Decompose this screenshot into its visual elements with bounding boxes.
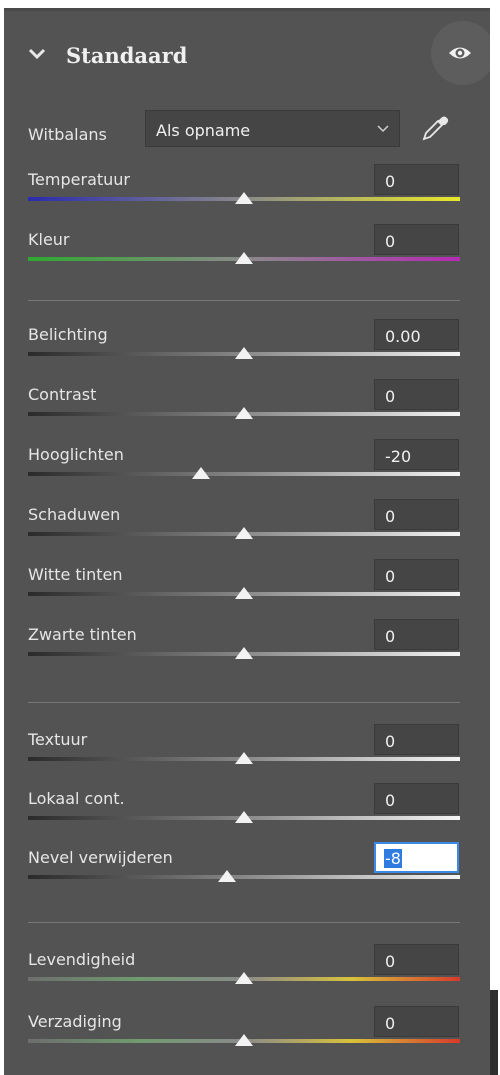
- kleur-label: Kleur: [28, 230, 70, 249]
- schaduwen-slider-thumb[interactable]: [235, 527, 253, 539]
- temperatuur-slider-thumb[interactable]: [235, 192, 253, 204]
- white-balance-select[interactable]: Als opname: [145, 110, 400, 147]
- textuur-value-input[interactable]: 0: [374, 724, 459, 755]
- belichting-value: 0.00: [385, 327, 421, 346]
- verzadiging-value-input[interactable]: 0: [374, 1006, 459, 1037]
- temperatuur-label: Temperatuur: [28, 170, 130, 189]
- hooglichten-slider-track[interactable]: [28, 472, 460, 476]
- section-divider: [28, 702, 460, 703]
- contrast-slider-thumb[interactable]: [235, 407, 253, 419]
- levendigheid-value: 0: [385, 952, 396, 971]
- levendigheid-label: Levendigheid: [28, 950, 136, 969]
- nevel-verwijderen-label: Nevel verwijderen: [28, 848, 173, 867]
- eyedropper-icon[interactable]: [420, 113, 450, 143]
- zwarte-tinten-value: 0: [385, 627, 396, 646]
- section-header[interactable]: Standaard: [4, 21, 490, 85]
- contrast-value-input[interactable]: 0: [374, 379, 459, 410]
- schaduwen-value-input[interactable]: 0: [374, 499, 459, 530]
- lokaal-cont-value: 0: [385, 791, 396, 810]
- witte-tinten-slider-thumb[interactable]: [235, 587, 253, 599]
- nevel-verwijderen-slider-thumb[interactable]: [217, 870, 236, 882]
- levendigheid-slider-thumb[interactable]: [235, 972, 253, 984]
- basic-panel: Standaard Witbalans Als opname Temperatu…: [4, 8, 490, 1075]
- textuur-slider-thumb[interactable]: [235, 752, 253, 764]
- schaduwen-value: 0: [385, 507, 396, 526]
- temperatuur-value: 0: [385, 172, 396, 191]
- scrollbar[interactable]: [490, 990, 498, 1075]
- textuur-label: Textuur: [28, 730, 88, 749]
- belichting-value-input[interactable]: 0.00: [374, 319, 459, 350]
- zwarte-tinten-value-input[interactable]: 0: [374, 619, 459, 650]
- visibility-toggle[interactable]: [431, 21, 490, 85]
- white-balance-label: Witbalans: [28, 125, 107, 144]
- white-balance-value: Als opname: [156, 121, 251, 140]
- chevron-down-icon[interactable]: [28, 45, 46, 63]
- hooglichten-slider-thumb[interactable]: [191, 467, 210, 479]
- nevel-verwijderen-slider-track[interactable]: [28, 875, 460, 879]
- zwarte-tinten-slider-thumb[interactable]: [235, 647, 253, 659]
- levendigheid-value-input[interactable]: 0: [374, 944, 459, 975]
- temperatuur-value-input[interactable]: 0: [374, 164, 459, 195]
- lokaal-cont-slider-thumb[interactable]: [235, 811, 253, 823]
- nevel-verwijderen-value-input[interactable]: -8: [374, 842, 459, 873]
- hooglichten-label: Hooglichten: [28, 445, 124, 464]
- belichting-label: Belichting: [28, 325, 108, 344]
- eye-icon: [449, 47, 471, 59]
- textuur-value: 0: [385, 732, 396, 751]
- lokaal-cont-label: Lokaal cont.: [28, 789, 125, 808]
- section-divider: [28, 922, 460, 923]
- kleur-value-input[interactable]: 0: [374, 224, 459, 255]
- section-divider: [28, 300, 460, 301]
- nevel-verwijderen-value: -8: [384, 849, 402, 868]
- hooglichten-value-input[interactable]: -20: [374, 439, 459, 470]
- verzadiging-slider-thumb[interactable]: [235, 1034, 253, 1046]
- schaduwen-label: Schaduwen: [28, 505, 121, 524]
- contrast-value: 0: [385, 387, 396, 406]
- witte-tinten-value-input[interactable]: 0: [374, 559, 459, 590]
- witte-tinten-label: Witte tinten: [28, 565, 123, 584]
- zwarte-tinten-label: Zwarte tinten: [28, 625, 137, 644]
- verzadiging-label: Verzadiging: [28, 1012, 122, 1031]
- kleur-value: 0: [385, 232, 396, 251]
- lokaal-cont-value-input[interactable]: 0: [374, 783, 459, 814]
- belichting-slider-thumb[interactable]: [235, 347, 253, 359]
- hooglichten-value: -20: [385, 447, 412, 466]
- section-title: Standaard: [66, 43, 188, 68]
- kleur-slider-thumb[interactable]: [235, 252, 253, 264]
- chevron-down-icon: [377, 125, 389, 133]
- witte-tinten-value: 0: [385, 567, 396, 586]
- contrast-label: Contrast: [28, 385, 97, 404]
- verzadiging-value: 0: [385, 1014, 396, 1033]
